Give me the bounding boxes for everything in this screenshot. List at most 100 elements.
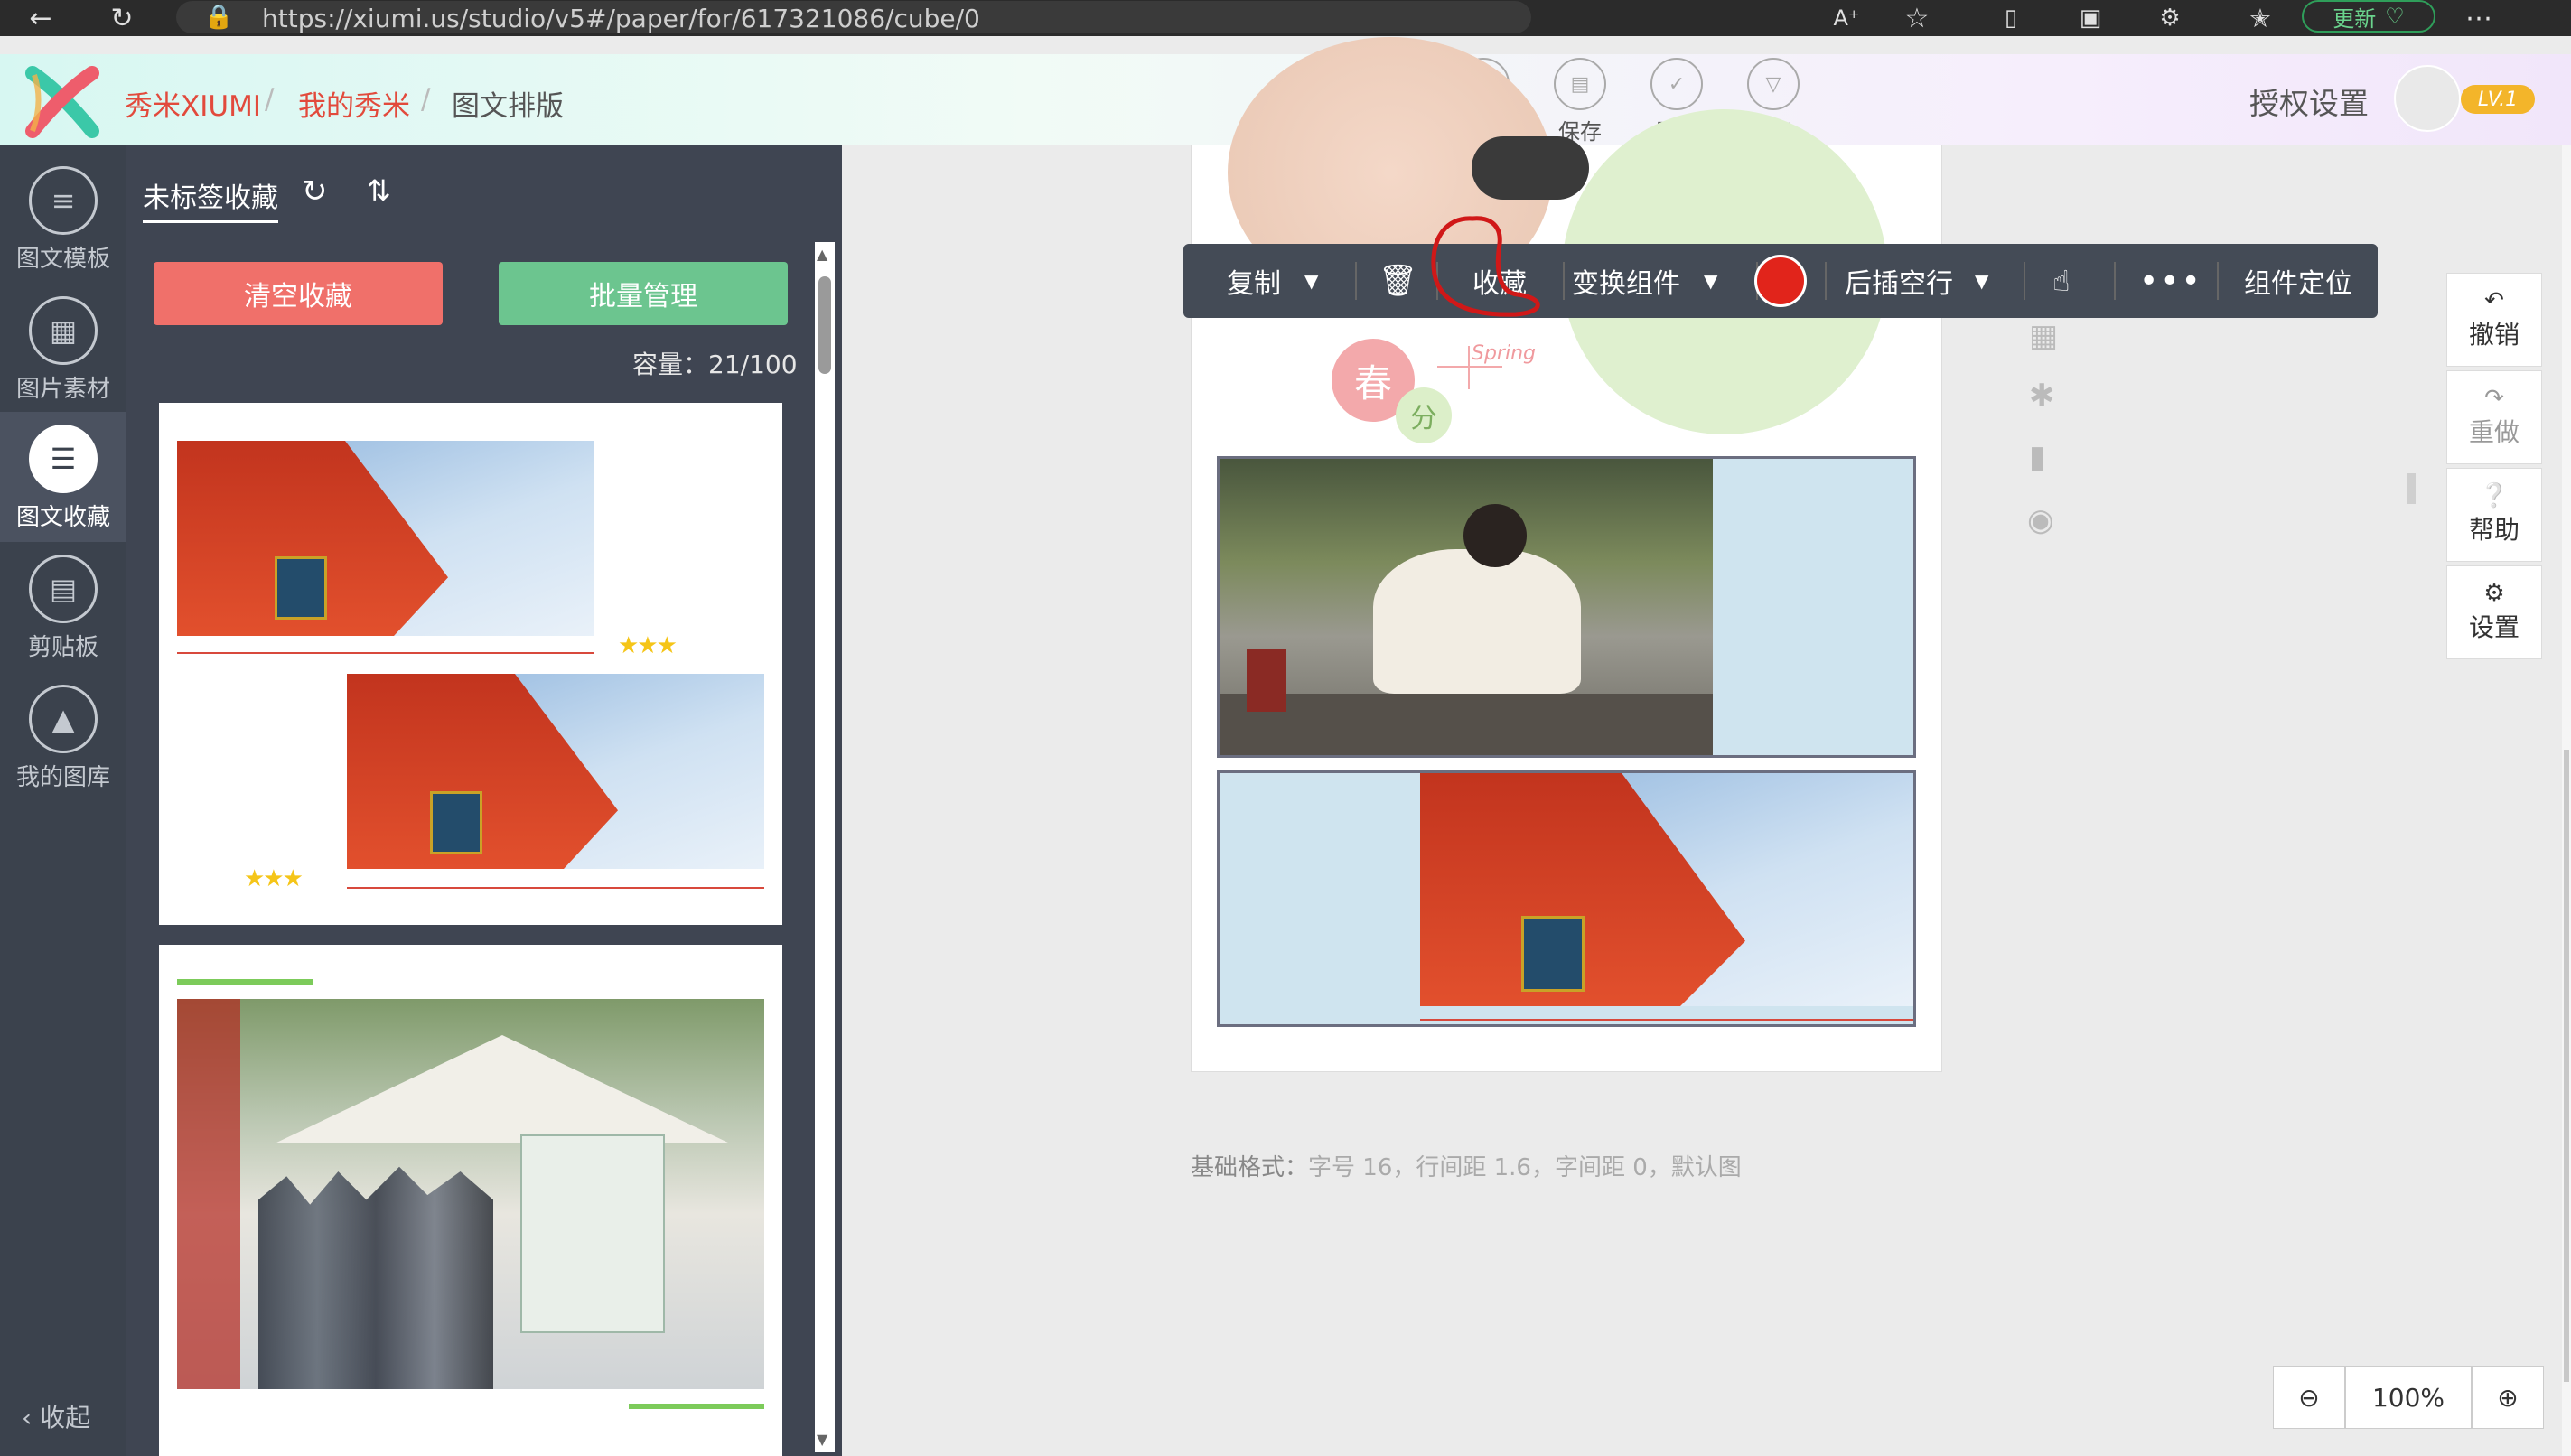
plaque-image [1521,916,1585,992]
breadcrumb-my-xiumi[interactable]: 我的秀米 [298,83,410,124]
clear-favorites-button[interactable]: 清空收藏 [154,262,443,325]
auth-settings-link[interactable]: 授权设置 [2249,79,2369,123]
sidebar-item-label: 剪贴板 [27,634,98,661]
photo-block[interactable] [1217,770,1916,1027]
roof-image [347,674,764,869]
favorites-icon[interactable]: ✭ [2242,0,2278,36]
zoom-level[interactable]: 100% [2345,1366,2472,1429]
sidebar-item-label: 图片素材 [15,376,110,403]
swap-dropdown-icon[interactable]: ▼ [1704,244,1717,318]
image-icon: ▦ [29,296,98,365]
color-swatch-button[interactable] [1754,255,1807,307]
update-button[interactable]: 更新 ♡ [2302,0,2435,33]
url-text[interactable]: https://xiumi.us/studio/v5#/paper/for/61… [262,4,980,33]
reader-icon[interactable]: ▯ [1993,0,2029,36]
batch-manage-button[interactable]: 批量管理 [499,262,788,325]
favorite-card[interactable] [159,945,782,1456]
asterisk-icon[interactable]: ✱ [2029,378,2055,414]
settings-button[interactable]: ⚙ 设置 [2446,565,2542,659]
scroll-down-icon[interactable]: ▼ [817,1431,827,1448]
back-icon[interactable]: ← [23,0,59,36]
undo-label: 撤销 [2468,320,2520,350]
more-dots-icon[interactable]: ••• [2139,244,2202,318]
plaque-image [430,791,482,854]
avatar[interactable] [2394,65,2461,132]
head-image [1463,504,1527,567]
roof-image [1420,773,1913,1006]
canvas-scroll-indicator[interactable] [2407,473,2416,504]
divider [2217,262,2219,300]
help-icon: ❔ [2479,482,2510,509]
heart-pulse-icon: ♡ [2385,4,2405,29]
component-toolbar: 复制 ▼ 🗑 收藏 变换组件 ▼ 后插空行 ▼ ☝ ••• 组件定位 [1183,244,2378,318]
format-info-label: 基础格式： [1191,1154,1309,1181]
divider [1825,262,1827,300]
favorite-card[interactable]: ★★★ ★★★ [159,403,782,925]
zoom-in-button[interactable]: ⊕ [2472,1366,2544,1429]
brand-link[interactable]: 秀米XIUMI [125,83,261,124]
grid-icon[interactable]: ▦ [2029,318,2058,354]
insert-dropdown-icon[interactable]: ▼ [1975,244,1988,318]
sidebar-item-clipboard[interactable]: ▤ 剪贴板 [0,542,126,672]
people-image [258,1166,493,1389]
divider [347,887,764,889]
redo-label: 重做 [2468,417,2520,447]
photo-block[interactable] [1217,456,1916,758]
panel-scrollbar[interactable] [815,242,835,1452]
help-button[interactable]: ❔ 帮助 [2446,468,2542,562]
xiumi-logo-icon [25,66,99,138]
eye-icon[interactable]: ◉ [2027,502,2054,538]
sidebar-item-gallery[interactable]: ▲ 我的图库 [0,672,126,802]
settings-icon: ⚙ [2483,580,2505,607]
locate-component-button[interactable]: 组件定位 [2244,244,2352,318]
level-badge: LV.1 [2461,85,2535,114]
breadcrumb-current: 图文排版 [452,90,564,123]
chevron-left-icon: ‹ [22,1403,33,1433]
pointer-icon[interactable]: ☝ [2052,244,2070,318]
favorite-doc-icon: ☰ [29,425,98,493]
read-aloud-icon[interactable]: A⁺ [1828,0,1865,36]
divider [1355,262,1357,300]
undo-button[interactable]: ↶ 撤销 [2446,273,2542,367]
divider [177,979,313,985]
swap-component-button[interactable]: 变换组件 [1572,244,1680,318]
refresh-icon[interactable]: ↻ [104,0,140,36]
zoom-out-button[interactable]: ⊖ [2273,1366,2345,1429]
breadcrumb-separator: / [265,83,275,116]
divider [1468,346,1470,389]
scroll-up-icon[interactable]: ▲ [817,246,827,263]
zoom-in-icon: ⊕ [2497,1382,2519,1413]
insert-after-button[interactable]: 后插空行 [1845,244,1953,318]
collapse-label: 收起 [40,1403,91,1433]
page-scrollbar-thumb[interactable] [2564,750,2569,1382]
redo-button[interactable]: ↷ 重做 [2446,370,2542,464]
puzzle-icon[interactable]: ⚙ [2152,0,2188,36]
locate-label: 组件定位 [2244,268,2352,300]
save-button[interactable]: ▤ 保存 [1539,58,1621,145]
clipboard-icon: ▤ [29,555,98,623]
bead-bracelet-image [1472,136,1589,200]
check-icon: ✓ [1650,58,1703,110]
sidebar-item-images[interactable]: ▦ 图片素材 [0,284,126,414]
favorite-star-icon[interactable]: ☆ [1899,0,1935,36]
sync-icon[interactable]: ↻ [302,173,328,210]
more-icon[interactable]: ⋯ [2461,0,2497,36]
copy-dropdown-icon[interactable]: ▼ [1304,244,1318,318]
collapse-button[interactable]: ‹ 收起 [22,1398,90,1434]
table-image [1220,694,1713,755]
template-icon: ≡ [29,166,98,235]
sidebar-item-templates[interactable]: ≡ 图文模板 [0,154,126,284]
bar-chart-icon[interactable]: ▮ [2029,439,2046,475]
divider [2024,262,2025,300]
undo-icon: ↶ [2484,287,2504,314]
panel-scrollbar-thumb[interactable] [818,276,831,374]
redo-icon: ↷ [2484,385,2504,412]
extension-icon[interactable]: ▣ [2072,0,2108,36]
tab-untagged-favorites[interactable]: 未标签收藏 [143,175,278,223]
copy-button[interactable]: 复制 [1227,244,1281,318]
divider [177,652,594,654]
sort-icon[interactable]: ⇅ [367,173,391,208]
plaque-image [275,556,327,620]
capacity-text: 容量：21/100 [632,350,798,379]
sidebar-item-favorites[interactable]: ☰ 图文收藏 [0,412,126,542]
